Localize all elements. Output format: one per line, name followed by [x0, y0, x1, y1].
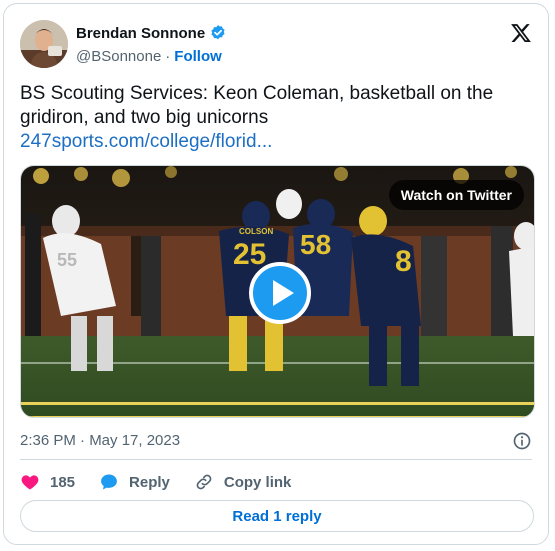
follow-button[interactable]: Follow: [174, 48, 222, 65]
avatar[interactable]: [20, 20, 68, 68]
play-button[interactable]: [249, 262, 311, 324]
author-name-row: Brendan Sonnone: [76, 24, 227, 42]
reply-label: Reply: [129, 473, 170, 491]
watch-on-twitter-button[interactable]: Watch on Twitter: [388, 180, 524, 210]
avatar-image: [20, 20, 68, 68]
video-player[interactable]: COLSON 25 58 8 55 Watch on Twitter: [20, 165, 535, 418]
timestamp[interactable]: 2:36 PM · May 17, 2023: [20, 432, 180, 449]
like-count: 185: [50, 473, 76, 491]
jersey-name: COLSON: [239, 227, 273, 236]
author-handle-row: @BSonnone · Follow: [76, 48, 222, 65]
x-logo-icon[interactable]: [510, 22, 532, 44]
action-bar: 185 Reply Copy link: [20, 467, 315, 497]
tweet-link[interactable]: 247sports.com/college/florid...: [20, 130, 520, 154]
heart-icon: [21, 475, 39, 490]
reply-bubble-icon: [101, 474, 117, 490]
author-handle[interactable]: @BSonnone: [76, 48, 161, 65]
read-replies-button[interactable]: Read 1 reply: [20, 500, 534, 532]
handle-separator: ·: [165, 48, 171, 65]
jersey-number-58: 58: [300, 229, 331, 260]
play-icon: [272, 280, 294, 306]
copy-link-button[interactable]: Copy link: [194, 472, 292, 492]
tweet-card: Brendan Sonnone @BSonnone · Follow BS Sc…: [3, 3, 549, 545]
like-button[interactable]: 185: [20, 472, 75, 492]
tweet-text: BS Scouting Services: Keon Coleman, bask…: [20, 82, 520, 154]
tweet-body: BS Scouting Services: Keon Coleman, bask…: [20, 83, 494, 128]
jersey-number-55: 55: [57, 250, 77, 270]
jersey-number-25: 25: [233, 238, 266, 271]
author-display-name[interactable]: Brendan Sonnone: [76, 25, 205, 42]
copy-link-label: Copy link: [223, 473, 292, 491]
link-icon: [196, 474, 212, 490]
verified-badge-icon: [211, 25, 225, 40]
divider: [20, 459, 532, 460]
reply-button[interactable]: Reply: [99, 472, 170, 492]
jersey-number-8: 8: [395, 245, 412, 278]
info-icon[interactable]: [512, 431, 532, 451]
